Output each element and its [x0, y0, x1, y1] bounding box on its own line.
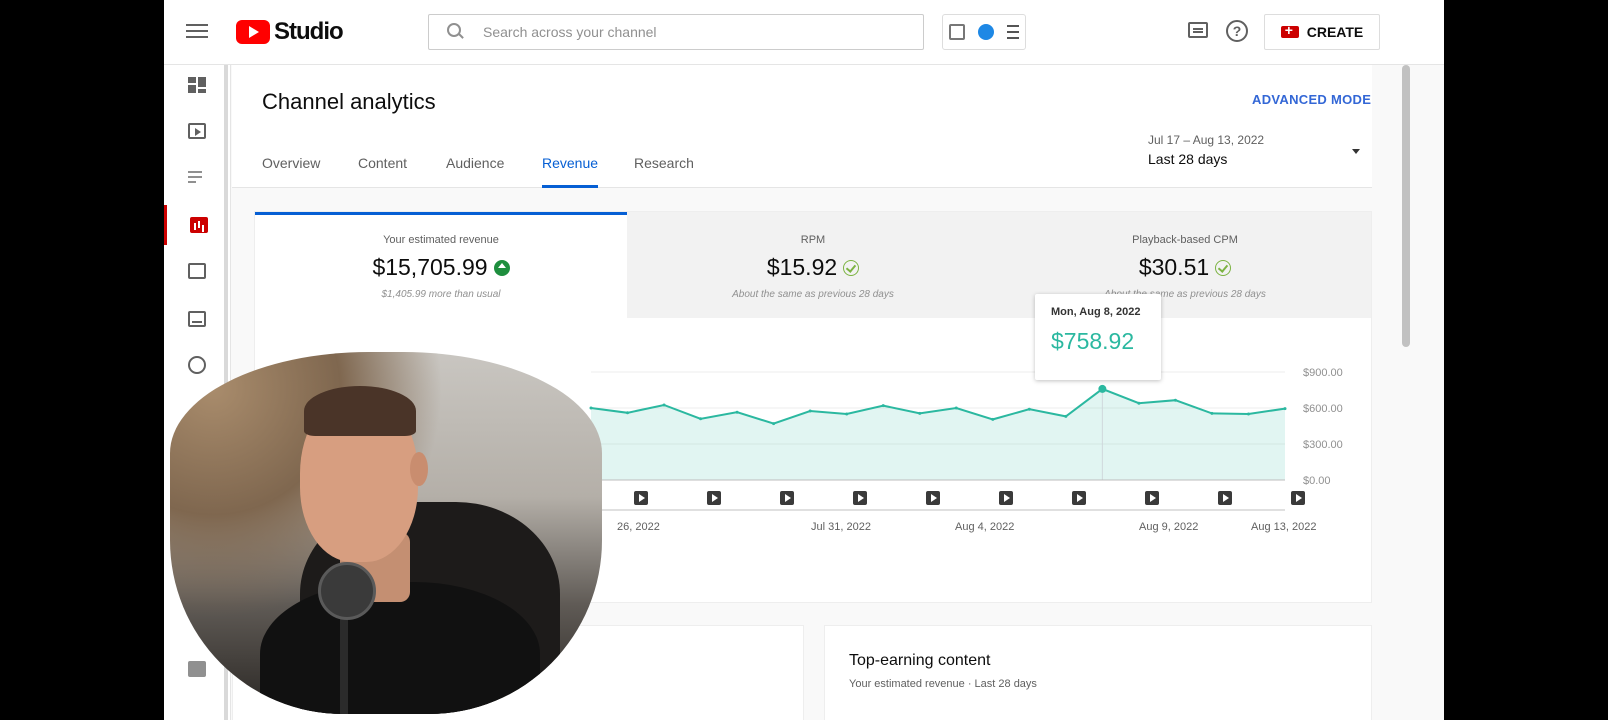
highlighted-data-point [1098, 384, 1107, 393]
data-point [1246, 412, 1250, 416]
y-tick-label: $300.00 [1303, 439, 1343, 451]
create-video-icon [1280, 22, 1299, 38]
dashboard-icon [188, 77, 206, 93]
comments-icon [188, 263, 206, 279]
page-title: Channel analytics [262, 89, 436, 114]
advanced-mode-link[interactable]: ADVANCED MODE [1252, 92, 1371, 107]
extension-badge-icon[interactable] [977, 24, 994, 40]
y-tick-label: $600.00 [1303, 403, 1343, 415]
search-input[interactable] [481, 23, 865, 41]
y-tick-label: $900.00 [1303, 367, 1343, 379]
mic-stand [340, 610, 348, 714]
data-point [1137, 401, 1141, 405]
y-tick-label: $0.00 [1303, 475, 1331, 487]
presenter-hair [304, 386, 416, 436]
data-point [1173, 398, 1177, 402]
tooltip-date: Mon, Aug 8, 2022 [1051, 306, 1141, 318]
data-point [699, 417, 703, 421]
extension-list-icon[interactable] [1006, 25, 1019, 39]
data-point [954, 406, 958, 410]
feedback-icon [188, 661, 206, 677]
data-point [772, 422, 776, 426]
copyright-icon [188, 356, 206, 374]
sidebar-item-content[interactable] [164, 111, 230, 151]
tab-audience[interactable]: Audience [446, 155, 504, 185]
x-tick-label: 26, 2022 [617, 521, 660, 533]
data-point [1064, 414, 1068, 418]
hamburger-menu-icon[interactable] [186, 20, 208, 42]
x-tick-label: Aug 13, 2022 [1251, 521, 1316, 533]
tab-content[interactable]: Content [358, 155, 407, 185]
date-range-picker[interactable]: Jul 17 – Aug 13, 2022 Last 28 days [1148, 133, 1372, 167]
sidebar-item-comments[interactable] [164, 251, 230, 291]
data-point [1283, 407, 1287, 411]
data-point [991, 417, 995, 421]
top-earning-content-card: Top-earning content Your estimated reven… [824, 625, 1372, 720]
send-feedback-icon[interactable] [1188, 22, 1208, 38]
tab-revenue[interactable]: Revenue [542, 155, 599, 188]
youtube-logo-icon [236, 20, 270, 44]
top-earning-subtitle: Your estimated revenue · Last 28 days [849, 678, 1037, 690]
tab-research[interactable]: Research [634, 155, 694, 185]
presenter-ear [410, 452, 428, 486]
date-range-label: Last 28 days [1148, 151, 1228, 167]
data-point [845, 412, 849, 416]
data-point [735, 410, 739, 414]
help-icon[interactable]: ? [1226, 20, 1248, 42]
data-point [626, 411, 630, 415]
x-tick-label: Aug 9, 2022 [1139, 521, 1198, 533]
top-bar: Studio ? CREATE [164, 0, 1444, 65]
extension-icon[interactable] [949, 24, 966, 40]
microphone-icon [318, 562, 376, 620]
analytics-header: Channel analytics ADVANCED MODE Overview… [232, 65, 1372, 188]
subtitles-icon [188, 311, 206, 327]
tooltip-value: $758.92 [1051, 328, 1135, 354]
browser-extensions[interactable] [942, 14, 1026, 50]
data-point [662, 403, 666, 407]
studio-logo[interactable]: Studio [236, 18, 344, 46]
x-tick-label: Aug 4, 2022 [955, 521, 1014, 533]
webcam-overlay [170, 352, 602, 714]
sidebar-item-playlists[interactable] [164, 157, 230, 197]
date-range-dates: Jul 17 – Aug 13, 2022 [1148, 133, 1265, 147]
data-point [589, 406, 593, 410]
data-point [808, 409, 812, 413]
sidebar-item-copyright[interactable] [164, 345, 230, 385]
main-scrollbar[interactable] [1402, 65, 1410, 347]
analytics-icon [189, 217, 208, 233]
data-point [1210, 411, 1214, 415]
x-tick-label: Jul 31, 2022 [811, 521, 871, 533]
sidebar-item-dashboard[interactable] [164, 65, 230, 105]
content-icon [188, 123, 206, 139]
chart-tooltip: Mon, Aug 8, 2022 $758.92 [1035, 294, 1161, 380]
data-point [881, 404, 885, 408]
data-point [1027, 407, 1031, 411]
create-label: CREATE [1306, 24, 1364, 40]
create-button[interactable]: CREATE [1264, 14, 1380, 50]
logo-text: Studio [274, 18, 344, 45]
sidebar-item-analytics[interactable] [164, 205, 230, 245]
sidebar-item-subtitles[interactable] [164, 299, 230, 339]
data-point [918, 411, 922, 415]
tab-overview[interactable]: Overview [262, 155, 320, 185]
top-earning-title: Top-earning content [849, 652, 991, 669]
playlist-icon [188, 169, 206, 185]
search-icon[interactable] [443, 20, 467, 44]
search-bar[interactable] [428, 14, 924, 50]
chevron-down-icon [1352, 149, 1360, 154]
